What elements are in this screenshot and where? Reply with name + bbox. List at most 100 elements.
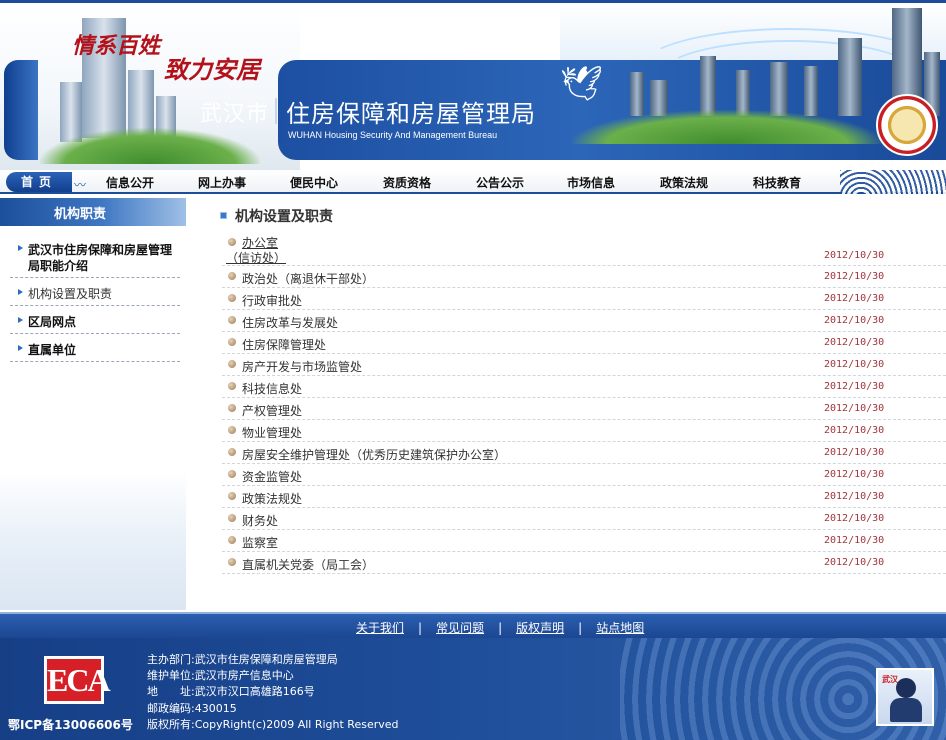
sidebar-item-district-offices[interactable]: 区局网点: [10, 312, 180, 334]
footer-link-copyright[interactable]: 版权声明: [516, 621, 564, 635]
icp-record-number: 鄂ICP备13006606号: [8, 718, 133, 732]
list-item-link[interactable]: 财务处: [242, 512, 278, 529]
circle-bullet-icon: [228, 294, 236, 302]
circle-bullet-icon: [228, 238, 236, 246]
footer-link-about[interactable]: 关于我们: [356, 621, 404, 635]
footer-separator: |: [498, 621, 503, 635]
list-item: 监察室 2012/10/30: [222, 530, 946, 552]
list-item-link[interactable]: 资金监管处: [242, 468, 302, 485]
footer-info: 主办部门:武汉市住房保障和房屋管理局 维护单位:武汉市房产信息中心 地 址:武汉…: [147, 652, 399, 733]
slogan-line-2: 致力安居: [164, 55, 260, 84]
list-item: 政策法规处 2012/10/30: [222, 486, 946, 508]
bureau-english-title: WUHAN Housing Security And Management Bu…: [288, 130, 498, 140]
sidebar-decoration: [0, 470, 186, 610]
nav-policies[interactable]: 政策法规: [660, 174, 708, 191]
circle-bullet-icon: [228, 492, 236, 500]
footer-link-faq[interactable]: 常见问题: [436, 621, 484, 635]
list-item-link[interactable]: 物业管理处: [242, 424, 302, 441]
list-item-link[interactable]: 房产开发与市场监管处: [242, 358, 362, 375]
list-item-link[interactable]: 住房改革与发展处: [242, 314, 338, 331]
circle-bullet-icon: [228, 360, 236, 368]
nav-market-info[interactable]: 市场信息: [567, 174, 615, 191]
list-item-date: 2012/10/30: [824, 469, 885, 480]
skyline-building: [804, 66, 818, 116]
sidebar-heading-text: 机构职责: [54, 207, 107, 222]
list-item-link[interactable]: 政治处（离退休干部处）: [242, 270, 374, 287]
triangle-bullet-icon: [18, 345, 23, 351]
eca-logo[interactable]: ECA: [44, 656, 111, 704]
sidebar-item-label: 武汉市住房保障和房屋管理局职能介绍: [28, 243, 173, 273]
circle-bullet-icon: [228, 448, 236, 456]
list-item: 办公室 （信访处） 2012/10/30: [222, 232, 946, 266]
list-item-link[interactable]: 监察室: [242, 534, 278, 551]
nav-qualification[interactable]: 资质资格: [383, 174, 431, 191]
triangle-bullet-icon: [18, 317, 23, 323]
footer-separator: |: [578, 621, 583, 635]
slogan-line-1: 情系百姓: [72, 33, 161, 59]
list-item-sublink[interactable]: （信访处）: [226, 249, 286, 266]
triangle-bullet-icon: [18, 289, 23, 295]
nav-tech-education[interactable]: 科技教育: [753, 174, 801, 191]
police-badge-icon[interactable]: 武汉: [876, 668, 934, 726]
list-item-link[interactable]: 科技信息处: [242, 380, 302, 397]
list-item-link[interactable]: 行政审批处: [242, 292, 302, 309]
department-list: 办公室 （信访处） 2012/10/30 政治处（离退休干部处） 2012/10…: [222, 232, 946, 574]
list-item: 房屋安全维护管理处（优秀历史建筑保护办公室） 2012/10/30: [222, 442, 946, 464]
list-item-link[interactable]: 政策法规处: [242, 490, 302, 507]
list-item: 财务处 2012/10/30: [222, 508, 946, 530]
list-item-date: 2012/10/30: [824, 557, 885, 568]
list-item-date: 2012/10/30: [824, 250, 885, 261]
list-item-date: 2012/10/30: [824, 447, 885, 458]
list-item-date: 2012/10/30: [824, 293, 885, 304]
main-navigation: 首页 〰 信息公开 网上办事 便民中心 资质资格 公告公示 市场信息 政策法规 …: [0, 170, 946, 194]
nav-home[interactable]: 首页: [6, 172, 72, 192]
nav-info-disclosure[interactable]: 信息公开: [106, 174, 154, 191]
banner-left-bar: [4, 60, 38, 160]
list-item-link[interactable]: 直属机关党委（局工会）: [242, 556, 374, 573]
square-bullet-icon: [220, 212, 227, 219]
sidebar-item-functions[interactable]: 武汉市住房保障和房屋管理局职能介绍: [10, 240, 180, 278]
sidebar-item-organization[interactable]: 机构设置及职责: [10, 284, 180, 306]
circle-bullet-icon: [228, 404, 236, 412]
circle-bullet-icon: [228, 338, 236, 346]
sidebar-item-affiliated-units[interactable]: 直属单位: [10, 340, 180, 362]
list-item-date: 2012/10/30: [824, 513, 885, 524]
list-item: 政治处（离退休干部处） 2012/10/30: [222, 266, 946, 288]
list-item: 房产开发与市场监管处 2012/10/30: [222, 354, 946, 376]
title-separator: [275, 98, 277, 124]
police-head-shape: [896, 678, 916, 698]
list-item-date: 2012/10/30: [824, 271, 885, 282]
list-item-date: 2012/10/30: [824, 337, 885, 348]
nav-announcements[interactable]: 公告公示: [476, 174, 524, 191]
skyline-building: [770, 62, 788, 116]
list-item-link[interactable]: 房屋安全维护管理处（优秀历史建筑保护办公室）: [242, 446, 506, 463]
list-item-link[interactable]: 产权管理处: [242, 402, 302, 419]
yellow-crane-tower-emblem: [876, 94, 938, 156]
nav-online-service[interactable]: 网上办事: [198, 174, 246, 191]
footer-link-sitemap[interactable]: 站点地图: [596, 621, 644, 635]
dove-icon: 🕊: [560, 64, 604, 104]
skyline-building: [630, 72, 644, 116]
triangle-bullet-icon: [18, 245, 23, 251]
skyline-building: [700, 56, 716, 116]
police-body-shape: [890, 698, 922, 722]
footer-info-postcode: 邮政编码:430015: [147, 701, 237, 715]
list-item-date: 2012/10/30: [824, 315, 885, 326]
sidebar-item-label: 直属单位: [28, 343, 77, 357]
list-item: 行政审批处 2012/10/30: [222, 288, 946, 310]
circle-bullet-icon: [228, 536, 236, 544]
circle-bullet-icon: [228, 316, 236, 324]
footer-separator: |: [418, 621, 423, 635]
footer-info-copyright: 版权所有:CopyRight(c)2009 All Right Reserved: [147, 717, 399, 731]
list-item: 物业管理处 2012/10/30: [222, 420, 946, 442]
list-item: 产权管理处 2012/10/30: [222, 398, 946, 420]
nav-service-center[interactable]: 便民中心: [290, 174, 338, 191]
list-item: 住房保障管理处 2012/10/30: [222, 332, 946, 354]
list-item-link[interactable]: 住房保障管理处: [242, 336, 326, 353]
list-item-date: 2012/10/30: [824, 425, 885, 436]
circle-bullet-icon: [228, 272, 236, 280]
list-item-date: 2012/10/30: [824, 535, 885, 546]
list-item-date: 2012/10/30: [824, 403, 885, 414]
list-item: 住房改革与发展处 2012/10/30: [222, 310, 946, 332]
circle-bullet-icon: [228, 470, 236, 478]
